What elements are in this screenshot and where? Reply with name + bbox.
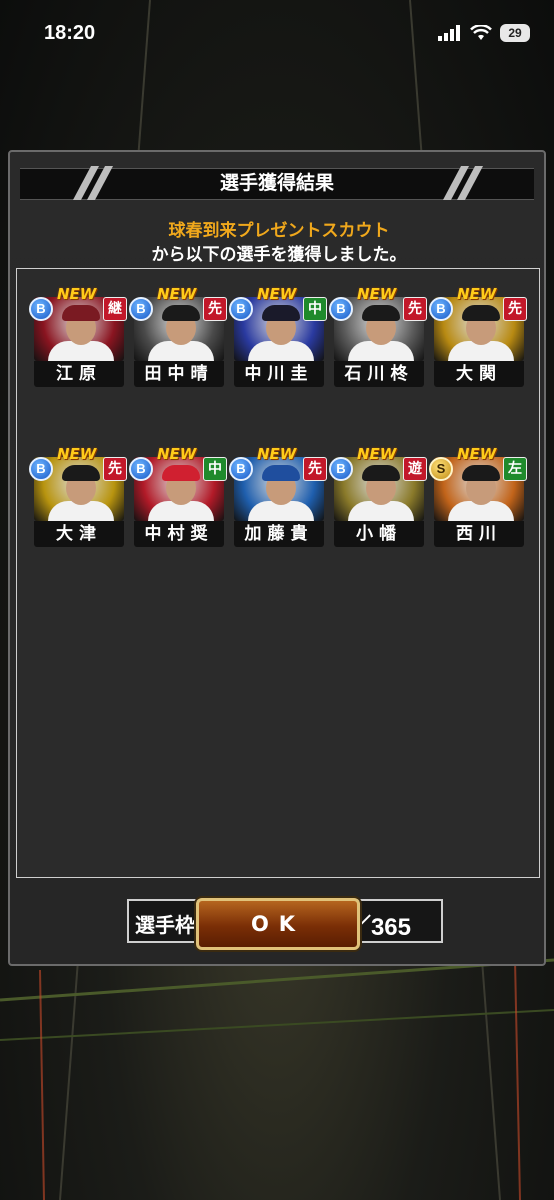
position-badge: 先: [303, 457, 327, 481]
grade-icon: B: [29, 457, 53, 481]
dialog-title-bar: 選手獲得結果: [20, 166, 534, 200]
player-card[interactable]: 中村奨 NEW B 中: [129, 445, 227, 547]
grade-icon: B: [29, 297, 53, 321]
player-card[interactable]: 小幡 NEW B 遊: [329, 445, 427, 547]
grade-icon: S: [429, 457, 453, 481]
wifi-icon: [470, 25, 492, 40]
player-name: 中村奨: [134, 521, 224, 547]
new-badge: NEW: [257, 285, 297, 303]
grade-icon: B: [229, 297, 253, 321]
position-badge: 遊: [403, 457, 427, 481]
player-list-panel: 選手枠： 155／365 江原NEWB継田中晴NEWB先中川圭NEWB中石川柊N…: [16, 268, 540, 943]
position-badge: 継: [103, 297, 127, 321]
player-name: 大関: [434, 361, 524, 387]
grade-icon: B: [129, 297, 153, 321]
player-name: 石川柊: [334, 361, 424, 387]
scout-result-dialog: 選手獲得結果 球春到来プレゼントスカウト から以下の選手を獲得しました。 選手枠…: [8, 150, 546, 966]
new-badge: NEW: [457, 445, 497, 463]
player-name: 大津: [34, 521, 124, 547]
ok-button[interactable]: OK: [196, 898, 360, 950]
battery-icon: 29: [500, 24, 530, 42]
status-time: 18:20: [44, 22, 96, 44]
player-card[interactable]: 西川 NEW S 左: [429, 445, 527, 547]
player-card[interactable]: 田中晴 NEW B 先: [129, 285, 227, 387]
position-badge: 中: [303, 297, 327, 321]
grade-icon: B: [429, 297, 453, 321]
dialog-title: 選手獲得結果: [219, 172, 334, 194]
player-name: 江原: [34, 361, 124, 387]
new-badge: NEW: [357, 285, 397, 303]
grade-icon: B: [129, 457, 153, 481]
new-badge: NEW: [57, 445, 97, 463]
position-badge: 先: [103, 457, 127, 481]
player-card[interactable]: 江原 NEW B 継: [29, 285, 127, 387]
player-name: 中川圭: [234, 361, 324, 387]
status-icons: 29: [438, 24, 530, 42]
position-badge: 先: [503, 297, 527, 321]
position-badge: 中: [203, 457, 227, 481]
player-card[interactable]: 大関 NEW B 先: [429, 285, 527, 387]
new-badge: NEW: [357, 445, 397, 463]
new-badge: NEW: [157, 285, 197, 303]
new-badge: NEW: [157, 445, 197, 463]
position-badge: 先: [403, 297, 427, 321]
scout-name: 球春到来プレゼントスカウト: [168, 221, 390, 241]
signal-icon: [438, 25, 460, 41]
result-message: から以下の選手を獲得しました。: [151, 245, 407, 265]
player-name: 小幡: [334, 521, 424, 547]
grade-icon: B: [329, 297, 353, 321]
position-badge: 左: [503, 457, 527, 481]
status-bar: 18:20 29: [0, 0, 554, 70]
player-card[interactable]: 加藤貴 NEW B 先: [229, 445, 327, 547]
position-badge: 先: [203, 297, 227, 321]
new-badge: NEW: [457, 285, 497, 303]
new-badge: NEW: [57, 285, 97, 303]
player-card[interactable]: 中川圭 NEW B 中: [229, 285, 327, 387]
grade-icon: B: [229, 457, 253, 481]
player-name: 田中晴: [134, 361, 224, 387]
player-name: 加藤貴: [234, 521, 324, 547]
player-card[interactable]: 石川柊 NEW B 先: [329, 285, 427, 387]
player-name: 西川: [434, 521, 524, 547]
new-badge: NEW: [257, 445, 297, 463]
player-card[interactable]: 大津 NEW B 先: [29, 445, 127, 547]
grade-icon: B: [329, 457, 353, 481]
